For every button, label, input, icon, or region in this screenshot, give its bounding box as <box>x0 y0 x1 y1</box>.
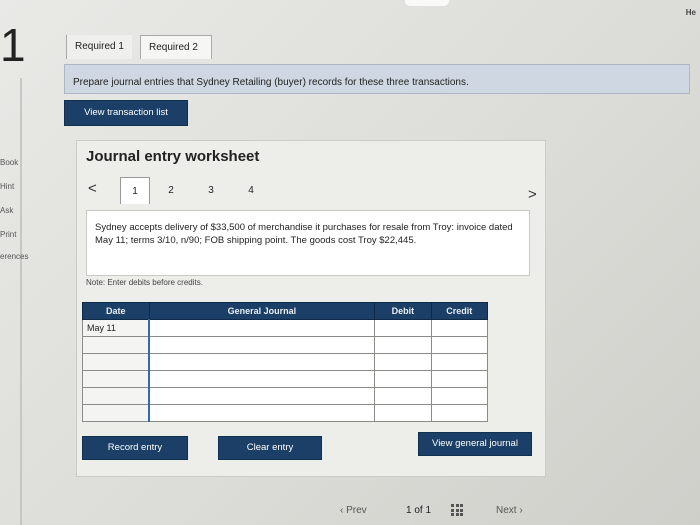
entry-tab-4[interactable]: 4 <box>236 177 266 204</box>
debit-cell[interactable] <box>374 404 432 422</box>
sidebar-item-book[interactable]: Book <box>0 158 18 167</box>
page-indicator: 1 of 1 <box>406 505 432 516</box>
table-row: May 11 <box>82 319 489 337</box>
account-cell[interactable] <box>148 387 376 405</box>
column-header-date: Date <box>82 302 150 320</box>
column-header-general-journal: General Journal <box>148 302 376 320</box>
worksheet-title: Journal entry worksheet <box>86 148 260 165</box>
sidebar-item-hint[interactable]: Hint <box>0 182 14 191</box>
debit-cell[interactable] <box>374 336 432 354</box>
view-general-journal-button[interactable]: View general journal <box>418 432 532 456</box>
sidebar-item-references[interactable]: erences <box>0 252 28 261</box>
account-cell[interactable] <box>148 319 376 337</box>
date-cell[interactable] <box>82 370 150 388</box>
date-cell[interactable] <box>82 387 150 405</box>
column-header-credit: Credit <box>430 302 489 320</box>
tab-required-2[interactable]: Required 2 <box>140 35 212 59</box>
debit-cell[interactable] <box>374 370 432 388</box>
date-cell[interactable] <box>82 336 150 354</box>
date-cell[interactable]: May 11 <box>82 319 150 337</box>
account-cell[interactable] <box>148 370 376 388</box>
credit-cell[interactable] <box>430 387 489 405</box>
record-entry-button[interactable]: Record entry <box>82 436 188 460</box>
credit-cell[interactable] <box>430 336 489 354</box>
help-link[interactable]: He <box>686 8 696 17</box>
column-header-debit: Debit <box>374 302 432 320</box>
entry-note: Note: Enter debits before credits. <box>86 278 203 287</box>
prev-page-button[interactable]: ‹ Prev <box>340 505 367 516</box>
transaction-description: Sydney accepts delivery of $33,500 of me… <box>86 210 530 276</box>
journal-entry-table: Date General Journal Debit Credit May 11 <box>82 302 489 422</box>
sidebar-item-ask[interactable]: Ask <box>0 206 13 215</box>
sidebar-item-print[interactable]: Print <box>0 230 16 239</box>
clear-entry-button[interactable]: Clear entry <box>218 436 322 460</box>
credit-cell[interactable] <box>430 370 489 388</box>
prev-page-label: Prev <box>346 505 367 516</box>
credit-cell[interactable] <box>430 404 489 422</box>
date-cell[interactable] <box>82 353 150 371</box>
question-number: 1 <box>0 19 26 71</box>
prev-entry-arrow-icon[interactable]: < <box>88 180 97 197</box>
table-row <box>82 353 489 371</box>
entry-tab-1[interactable]: 1 <box>120 177 150 204</box>
table-row <box>82 336 489 354</box>
table-row <box>82 387 489 405</box>
date-cell[interactable] <box>82 404 150 422</box>
page-grid-icon[interactable] <box>451 504 463 516</box>
account-cell[interactable] <box>148 336 376 354</box>
debit-cell[interactable] <box>374 353 432 371</box>
debit-cell[interactable] <box>374 387 432 405</box>
view-transaction-list-button[interactable]: View transaction list <box>64 100 188 126</box>
credit-cell[interactable] <box>430 353 489 371</box>
table-row <box>82 370 489 388</box>
debit-cell[interactable] <box>374 319 432 337</box>
chevron-right-icon: › <box>516 505 523 516</box>
account-cell[interactable] <box>148 404 376 422</box>
sidebar-divider <box>20 78 22 525</box>
instructions-banner: Prepare journal entries that Sydney Reta… <box>64 64 690 94</box>
entry-tab-2[interactable]: 2 <box>156 177 186 204</box>
tab-required-1[interactable]: Required 1 <box>66 35 132 59</box>
table-row <box>82 404 489 422</box>
next-page-label: Next <box>496 505 517 516</box>
account-cell[interactable] <box>148 353 376 371</box>
next-page-button[interactable]: Next › <box>496 505 523 516</box>
top-indicator <box>405 0 449 6</box>
entry-tab-3[interactable]: 3 <box>196 177 226 204</box>
credit-cell[interactable] <box>430 319 489 337</box>
next-entry-arrow-icon[interactable]: > <box>528 186 537 203</box>
